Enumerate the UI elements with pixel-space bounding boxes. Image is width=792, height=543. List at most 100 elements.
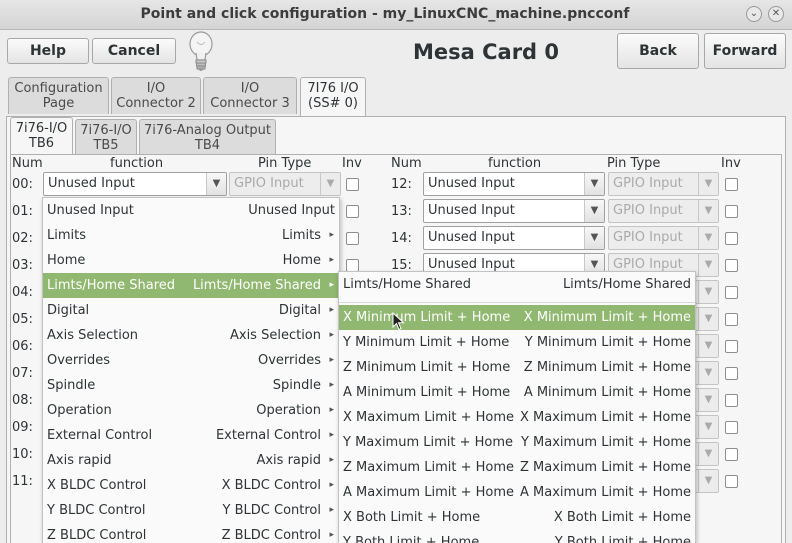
menu-item-highlighted[interactable]: Limts/Home Shared Limts/Home Shared ▸ xyxy=(43,273,339,298)
tab-label-line2: TB5 xyxy=(93,138,119,153)
submenu-arrow-icon: ▸ xyxy=(329,505,334,515)
menu-item[interactable]: Operation Operation ▸ xyxy=(43,398,339,423)
window-titlebar: Point and click configuration - my_Linux… xyxy=(0,0,792,30)
chevron-down-icon: ▼ xyxy=(698,362,718,384)
pin-type-combo-value: GPIO Input xyxy=(613,203,683,218)
submenu-arrow-icon: ▸ xyxy=(329,405,334,415)
menu-item[interactable]: Overrides Overrides ▸ xyxy=(43,348,339,373)
inv-checkbox[interactable] xyxy=(725,340,738,353)
tab-7i76-io[interactable]: 7I76 I/O (SS# 0) xyxy=(300,77,366,117)
menu-item[interactable]: Axis Selection Axis Selection ▸ xyxy=(43,323,339,348)
inv-checkbox[interactable] xyxy=(725,232,738,245)
row-num: 11: xyxy=(12,474,33,489)
help-button[interactable]: Help xyxy=(7,38,89,64)
chevron-down-icon: ▼ xyxy=(698,281,718,303)
function-combo[interactable]: Unused Input ▼ xyxy=(423,226,605,250)
card-title: Mesa Card 0 xyxy=(412,40,559,64)
submenu-item[interactable]: A Minimum Limit + Home A Minimum Limit + … xyxy=(339,380,695,405)
pin-type-combo: GPIO Input ▼ xyxy=(608,172,719,196)
submenu-item[interactable]: Z Maximum Limit + Home Z Maximum Limit + … xyxy=(339,455,695,480)
submenu-item[interactable]: X Maximum Limit + Home X Maximum Limit + … xyxy=(339,405,695,430)
function-combo[interactable]: Unused Input ▼ xyxy=(423,199,605,223)
inv-checkbox[interactable] xyxy=(725,394,738,407)
tab-configuration-page[interactable]: Configuration Page xyxy=(8,77,109,114)
lightbulb-icon xyxy=(189,31,213,71)
submenu-arrow-icon: ▸ xyxy=(329,430,334,440)
tab-label-line1: I/O xyxy=(240,81,260,96)
close-icon[interactable]: ✕ xyxy=(768,6,784,22)
inv-checkbox[interactable] xyxy=(346,232,359,245)
submenu-arrow-icon: ▸ xyxy=(329,530,334,540)
row-num: 08: xyxy=(12,393,33,408)
submenu-item[interactable]: X Both Limit + Home X Both Limit + Home xyxy=(339,505,695,530)
function-combo[interactable]: Unused Input ▼ xyxy=(43,172,227,196)
chevron-down-icon: ▼ xyxy=(698,254,718,276)
pin-type-combo-value: GPIO Input xyxy=(613,176,683,191)
row-num: 01: xyxy=(12,204,33,219)
inv-checkbox[interactable] xyxy=(725,367,738,380)
submenu-item[interactable]: A Maximum Limit + Home A Maximum Limit + … xyxy=(339,480,695,505)
row-num: 14: xyxy=(391,231,412,246)
menu-item[interactable]: Unused Input Unused Input xyxy=(43,198,339,223)
inv-checkbox[interactable] xyxy=(725,475,738,488)
tab-label-line1: 7I76 I/O xyxy=(307,81,359,96)
minimize-icon[interactable]: ⌄ xyxy=(746,6,762,22)
chevron-down-icon: ▼ xyxy=(584,227,604,249)
pin-type-combo: GPIO Input ▼ xyxy=(608,226,719,250)
tab-io-connector-2[interactable]: I/O Connector 2 xyxy=(111,77,201,114)
chevron-down-icon: ▼ xyxy=(584,200,604,222)
submenu-arrow-icon: ▸ xyxy=(329,255,334,265)
menu-item[interactable]: Limits Limits ▸ xyxy=(43,223,339,248)
pin-type-combo: GPIO Input ▼ xyxy=(608,199,719,223)
row-num: 06: xyxy=(12,339,33,354)
chevron-down-icon: ▼ xyxy=(698,200,718,222)
inv-checkbox[interactable] xyxy=(725,205,738,218)
tab-7i76-io-tb5[interactable]: 7i76-I/O TB5 xyxy=(75,119,137,154)
menu-item[interactable]: Digital Digital ▸ xyxy=(43,298,339,323)
menu-item[interactable]: Y BLDC Control Y BLDC Control ▸ xyxy=(43,498,339,523)
submenu-header-item[interactable]: Limts/Home Shared Limts/Home Shared xyxy=(339,272,695,297)
tab-7i76-io-tb6[interactable]: 7i76-I/O TB6 xyxy=(10,117,73,155)
header-pin-type: Pin Type xyxy=(258,156,312,171)
submenu-item[interactable]: Y Maximum Limit + Home Y Maximum Limit + … xyxy=(339,430,695,455)
inv-checkbox[interactable] xyxy=(725,313,738,326)
inv-checkbox[interactable] xyxy=(346,178,359,191)
submenu-arrow-icon: ▸ xyxy=(329,305,334,315)
header-inv: Inv xyxy=(342,156,362,171)
submenu-item[interactable]: Y Minimum Limit + Home Y Minimum Limit + … xyxy=(339,330,695,355)
row-num: 13: xyxy=(391,204,412,219)
menu-item[interactable]: Z BLDC Control Z BLDC Control ▸ xyxy=(43,523,339,543)
forward-button[interactable]: Forward xyxy=(704,33,786,69)
inv-checkbox[interactable] xyxy=(725,178,738,191)
function-combo[interactable]: Unused Input ▼ xyxy=(423,172,605,196)
row-num: 00: xyxy=(12,177,33,192)
chevron-down-icon: ▼ xyxy=(584,173,604,195)
row-num: 04: xyxy=(12,285,33,300)
menu-item[interactable]: External Control External Control ▸ xyxy=(43,423,339,448)
submenu-arrow-icon: ▸ xyxy=(329,380,334,390)
cancel-button[interactable]: Cancel xyxy=(92,38,176,64)
menu-item[interactable]: Spindle Spindle ▸ xyxy=(43,373,339,398)
tab-7i76-analog-output-tb4[interactable]: 7i76-Analog Output TB4 xyxy=(139,119,276,154)
row-num: 09: xyxy=(12,420,33,435)
pin-type-combo-value: GPIO Input xyxy=(613,257,683,272)
menu-item[interactable]: Home Home ▸ xyxy=(43,248,339,273)
inv-checkbox[interactable] xyxy=(725,286,738,299)
inv-checkbox[interactable] xyxy=(346,205,359,218)
inv-checkbox[interactable] xyxy=(725,448,738,461)
submenu-item[interactable]: Y Both Limit + Home Y Both Limit + Home xyxy=(339,530,695,543)
row-num: 10: xyxy=(12,447,33,462)
menu-separator xyxy=(339,302,695,303)
menu-item[interactable]: Axis rapid Axis rapid ▸ xyxy=(43,448,339,473)
back-button[interactable]: Back xyxy=(617,33,699,69)
inv-checkbox[interactable] xyxy=(725,259,738,272)
chevron-down-icon: ▼ xyxy=(698,470,718,492)
tab-io-connector-3[interactable]: I/O Connector 3 xyxy=(203,77,297,114)
menu-item[interactable]: X BLDC Control X BLDC Control ▸ xyxy=(43,473,339,498)
chevron-down-icon: ▼ xyxy=(698,335,718,357)
chevron-down-icon: ▼ xyxy=(698,443,718,465)
submenu-item[interactable]: Z Minimum Limit + Home Z Minimum Limit + … xyxy=(339,355,695,380)
inv-checkbox[interactable] xyxy=(725,421,738,434)
row-num: 05: xyxy=(12,312,33,327)
submenu-arrow-icon: ▸ xyxy=(329,330,334,340)
